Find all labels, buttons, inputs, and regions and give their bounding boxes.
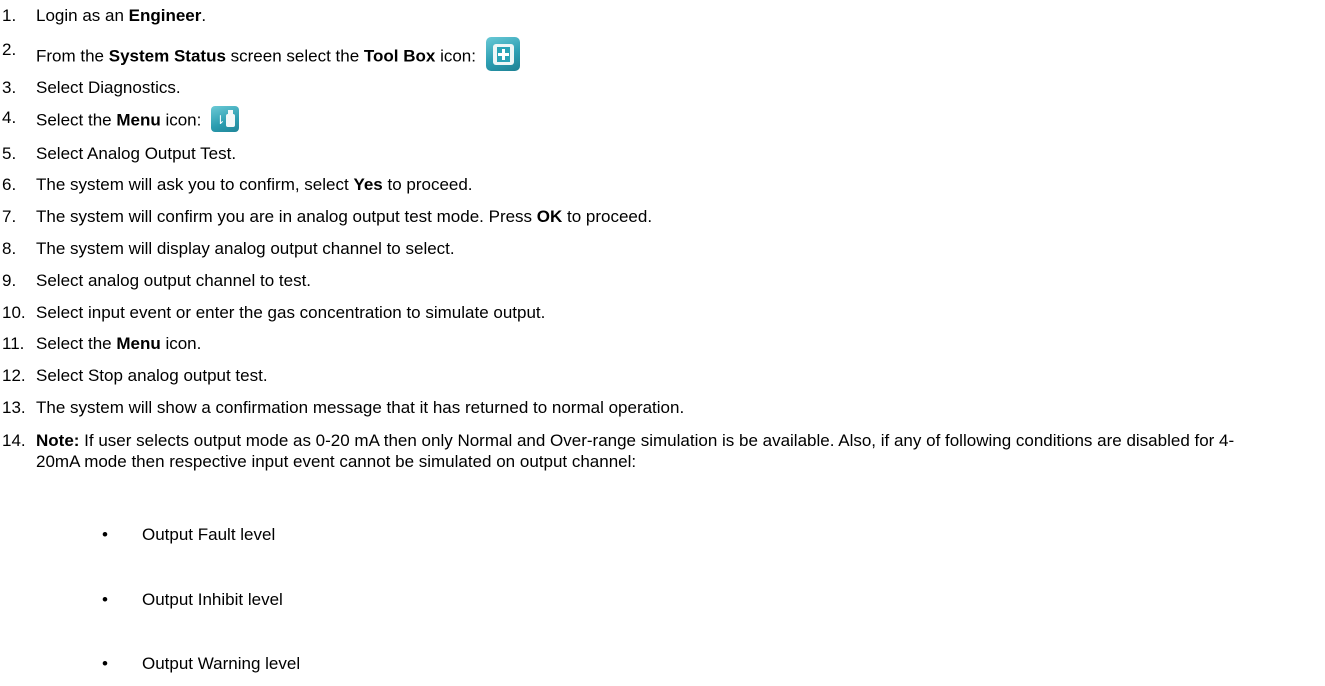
step-text: Select the Menu icon: ⇂ (36, 106, 240, 134)
step-number: 1. (2, 6, 17, 25)
step-number: 10. (2, 303, 26, 322)
bullet-text: Output Inhibit level (142, 590, 283, 609)
step-number: 5. (2, 144, 17, 163)
step-number: 9. (2, 271, 17, 290)
step-text: From the System Status screen select the… (36, 37, 520, 74)
step-number: 7. (2, 207, 17, 226)
step-number: 11. (2, 334, 25, 353)
step-text: Select Stop analog output test. (36, 366, 268, 385)
step-number: 12. (2, 366, 26, 385)
bullet-text: Output Warning level (142, 654, 301, 673)
step-text: The system will display analog output ch… (36, 239, 455, 258)
menu-icon: ⇂ (211, 106, 240, 132)
step-number: 3. (2, 78, 17, 97)
step-text: Select the Menu icon. (36, 334, 202, 353)
step-number: 8. (2, 239, 17, 258)
bullet-symbol: • (102, 590, 108, 609)
bullet-symbol: • (102, 654, 108, 673)
step-text: Select Diagnostics. (36, 78, 181, 97)
step-text: Select Analog Output Test. (36, 144, 237, 163)
note-body: If user selects output mode as 0-20 mA t… (36, 431, 1235, 471)
step-text: Select input event or enter the gas conc… (36, 303, 546, 322)
step-number: 6. (2, 175, 17, 194)
note-text: Note: If user selects output mode as 0-2… (36, 430, 1251, 472)
bullet-text: Output Fault level (142, 525, 276, 544)
note-label: Note: (36, 431, 80, 450)
bullet-symbol: • (102, 525, 108, 544)
step-number: 2. (2, 40, 17, 59)
step-text: Select analog output channel to test. (36, 271, 312, 290)
step-text: The system will ask you to confirm, sele… (36, 175, 473, 194)
step-14-note: 14. Note: If user selects output mode as… (0, 430, 1250, 472)
step-text: The system will show a confirmation mess… (36, 398, 685, 417)
toolbox-icon (485, 37, 520, 71)
step-number: 13. (2, 398, 26, 417)
step-text: The system will confirm you are in analo… (36, 207, 653, 226)
step-number: 4. (2, 108, 17, 127)
step-text: Login as an Engineer. (36, 6, 207, 25)
step-number: 14. (2, 431, 26, 450)
